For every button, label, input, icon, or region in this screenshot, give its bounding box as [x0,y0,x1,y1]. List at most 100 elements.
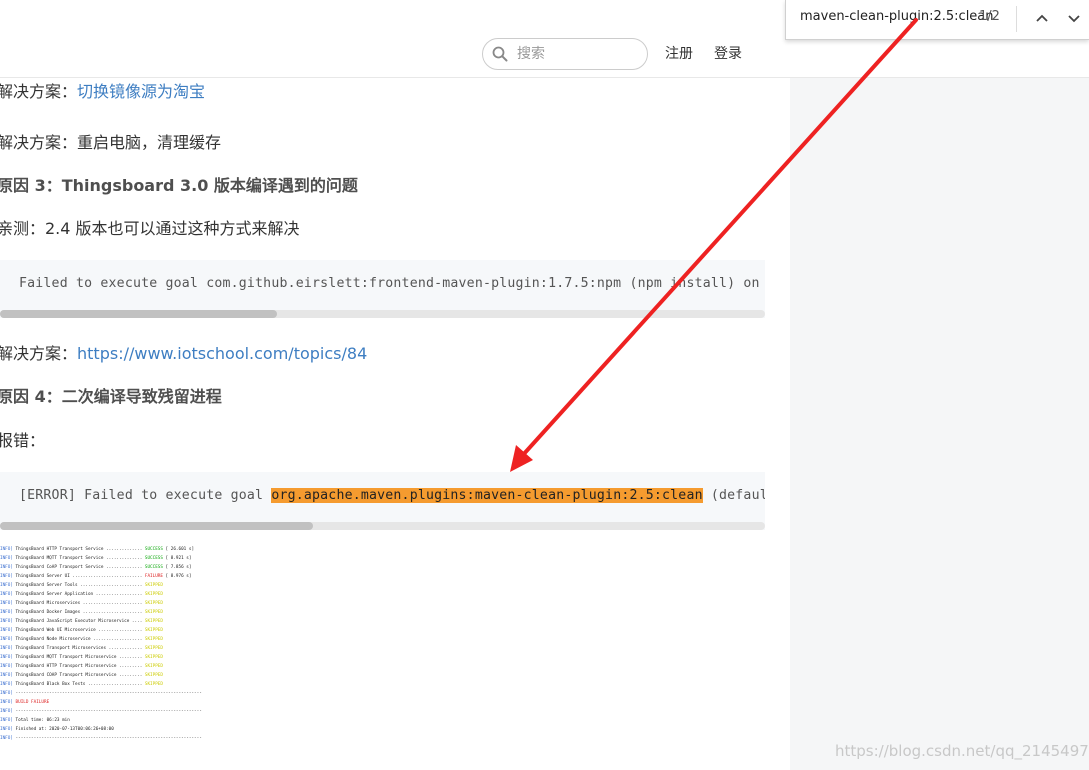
solution-1-prefix: 解决方案： [0,82,78,101]
console-line-tag: INFO] [0,646,13,651]
code-2-after: (default- [710,488,765,503]
console-line: INFO] ThingsBoard JavaScript Executor Mi… [0,619,163,624]
code-2-scrollbar[interactable] [0,522,765,530]
console-line-text: ThingsBoard Docker Images ..............… [12,610,145,615]
solution-3-link[interactable]: https://www.iotschool.com/topics/84 [77,344,367,363]
console-line-text: ThingsBoard Web UI Microservice ........… [12,628,145,633]
code-1-text: Failed to execute goal com.github.eirsle… [19,276,765,291]
console-line-status: SKIPPED [144,655,163,660]
code-2-text: [ERROR] Failed to execute goal org.apach… [19,488,765,503]
console-line: INFO] ----------------------------------… [0,736,202,741]
console-line-status: SUCCESS [144,556,163,561]
register-link[interactable]: 注册 [665,43,693,63]
console-line-tag: INFO] [0,556,13,561]
search-input[interactable] [517,44,637,64]
console-line-text: Finished at: 2020-07-13T00:06:26+08:00 [12,727,114,732]
console-line-status: FAILURE [144,574,163,579]
console-line-status: SKIPPED [144,628,163,633]
console-line-tag: INFO] [0,610,13,615]
console-line-status: SKIPPED [144,646,163,651]
console-line-status: SKIPPED [144,664,163,669]
console-line: INFO] ThingsBoard HTTP Transport Microse… [0,664,163,669]
console-line-time: [ 26.601 s] [162,547,195,552]
find-divider [1016,6,1017,32]
console-line: INFO] ThingsBoard Web UI Microservice ..… [0,628,163,633]
console-line-text: ThingsBoard Transport Microservices ....… [12,646,145,651]
console-line-tag: INFO] [0,565,13,570]
console-line-status: SKIPPED [144,601,163,606]
console-line: INFO] ThingsBoard Docker Images ........… [0,610,163,615]
test-note: 亲测：2.4 版本也可以通过这种方式来解决 [0,219,300,238]
console-line-tag: INFO] [0,664,13,669]
console-line-text: ThingsBoard HTTP Transport Service .....… [12,547,145,552]
find-match-count: 1/2 [979,9,1000,24]
solution-2: 解决方案：重启电脑，清理缓存 [0,133,222,152]
console-line: INFO] Total time: 06:23 min [0,718,70,723]
console-line-tag: INFO] [0,736,13,741]
console-line-status: SKIPPED [144,610,163,615]
console-line-status: SKIPPED [144,637,163,642]
solution-1: 解决方案：切换镜像源为淘宝 [0,78,205,102]
console-line: INFO] ThingsBoard MQTT Transport Microse… [0,655,163,660]
watermark: https://blog.csdn.net/qq_21454973 [835,742,1089,760]
console-line-text: ThingsBoard MQTT Transport Microservice … [12,655,145,660]
find-query[interactable]: maven-clean-plugin:2.5:clean [800,9,994,24]
console-line-text: ----------------------------------------… [12,736,202,741]
console-line-text: ThingsBoard Server Tools ...............… [12,583,145,588]
console-line-status: SUCCESS [144,547,163,552]
console-line: INFO] ThingsBoard Transport Microservice… [0,646,163,651]
code-1-scrollbar[interactable] [0,310,765,318]
console-line: INFO] ThingsBoard Node Microservice ....… [0,637,163,642]
console-line: INFO] ThingsBoard Black Box Tests ......… [0,682,163,687]
console-line-text: ThingsBoard Server UI ..................… [12,574,145,579]
solution-3-prefix: 解决方案： [0,344,78,363]
chevron-up-icon[interactable] [1032,8,1052,28]
console-line-tag: INFO] [0,619,13,624]
console-line-text: ThingsBoard HTTP Transport Microservice … [12,664,145,669]
console-line-tag: INFO] [0,718,13,723]
console-line-tag: INFO] [0,655,13,660]
console-line: INFO] ThingsBoard Server UI ............… [0,574,191,579]
console-line-text: Total time: 06:23 min [12,718,70,723]
console-line-text: ThingsBoard CoAP Transport Service .....… [12,565,145,570]
console-line-text: ThingsBoard JavaScript Executor Microser… [12,619,145,624]
cause-3-heading: 原因 3：Thingsboard 3.0 版本编译遇到的问题 [0,176,358,195]
console-line-text: ThingsBoard Node Microservice ..........… [12,637,145,642]
console-line-text: ThingsBoard COAP Transport Microservice … [12,673,145,678]
console-line-time: [ 8.921 s] [162,556,192,561]
code-block-2: [ERROR] Failed to execute goal org.apach… [0,472,765,530]
console-line-tag: INFO] [0,691,13,696]
find-highlight: org.apache.maven.plugins:maven-clean-plu… [271,488,703,503]
code-1-scroll-thumb[interactable] [0,310,277,318]
console-line-status: SKIPPED [144,583,163,588]
console-line: INFO] ThingsBoard MQTT Transport Service… [0,556,191,561]
cause-4-heading: 原因 4：二次编译导致残留进程 [0,387,222,406]
console-line-text: ThingsBoard Black Box Tests ............… [12,682,145,687]
console-line-tag: INFO] [0,592,13,597]
console-line-status: SKIPPED [144,673,163,678]
console-line-tag: INFO] [0,709,13,714]
search-box[interactable] [482,38,648,70]
code-2-scroll-thumb[interactable] [0,522,313,530]
console-line: INFO] ThingsBoard COAP Transport Microse… [0,673,163,678]
console-line-status: SUCCESS [144,565,163,570]
code-2-before: [ERROR] Failed to execute goal [19,488,272,503]
console-line: INFO] BUILD FAILURE [0,700,49,705]
right-sidebar [790,78,1089,770]
console-line-tag: INFO] [0,673,13,678]
console-line-text: BUILD FAILURE [12,700,50,705]
console-line-tag: INFO] [0,601,13,606]
solution-1-link[interactable]: 切换镜像源为淘宝 [77,82,205,101]
console-line-text: ThingsBoard MQTT Transport Service .....… [12,556,145,561]
login-link[interactable]: 登录 [714,43,742,63]
console-line-tag: INFO] [0,628,13,633]
console-line-status: SKIPPED [144,619,163,624]
chevron-down-icon[interactable] [1064,8,1084,28]
console-line-tag: INFO] [0,682,13,687]
console-line-time: [ 7.856 s] [162,565,192,570]
find-bar: maven-clean-plugin:2.5:clean 1/2 [785,0,1089,40]
console-line-tag: INFO] [0,727,13,732]
console-line-tag: INFO] [0,574,13,579]
console-line-tag: INFO] [0,637,13,642]
article-body: 解决方案：切换镜像源为淘宝 解决方案：重启电脑，清理缓存 原因 3：Things… [0,78,790,770]
